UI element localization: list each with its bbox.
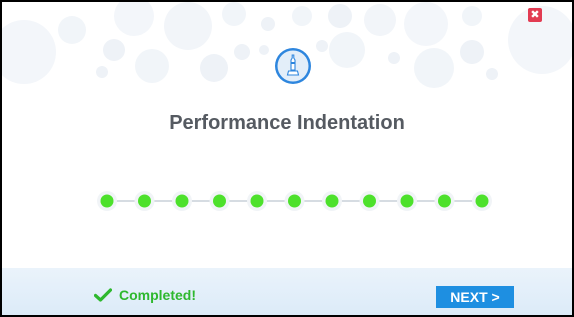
progress-dot xyxy=(325,194,339,208)
progress-track xyxy=(97,191,492,211)
progress-dot xyxy=(363,194,376,208)
progress-dot xyxy=(438,194,451,208)
checkmark-icon xyxy=(94,288,112,302)
progress-dot xyxy=(213,194,226,208)
progress-dot xyxy=(400,194,414,208)
pen-icon xyxy=(275,48,311,84)
progress-dot xyxy=(100,194,114,208)
dialog-window: ✖ Performance Indentation Completed! NEX… xyxy=(0,0,574,317)
dialog-title: Performance Indentation xyxy=(169,112,405,134)
progress-dot xyxy=(288,194,301,208)
close-icon: ✖ xyxy=(530,8,540,21)
status-indicator: Completed! xyxy=(94,286,196,304)
close-button[interactable]: ✖ xyxy=(528,8,542,22)
progress-dot xyxy=(175,194,189,208)
progress-dot xyxy=(250,194,264,208)
progress-dot xyxy=(475,194,489,208)
progress-dot xyxy=(138,194,151,208)
status-label: Completed! xyxy=(119,287,196,303)
next-button[interactable]: NEXT > xyxy=(436,286,514,308)
